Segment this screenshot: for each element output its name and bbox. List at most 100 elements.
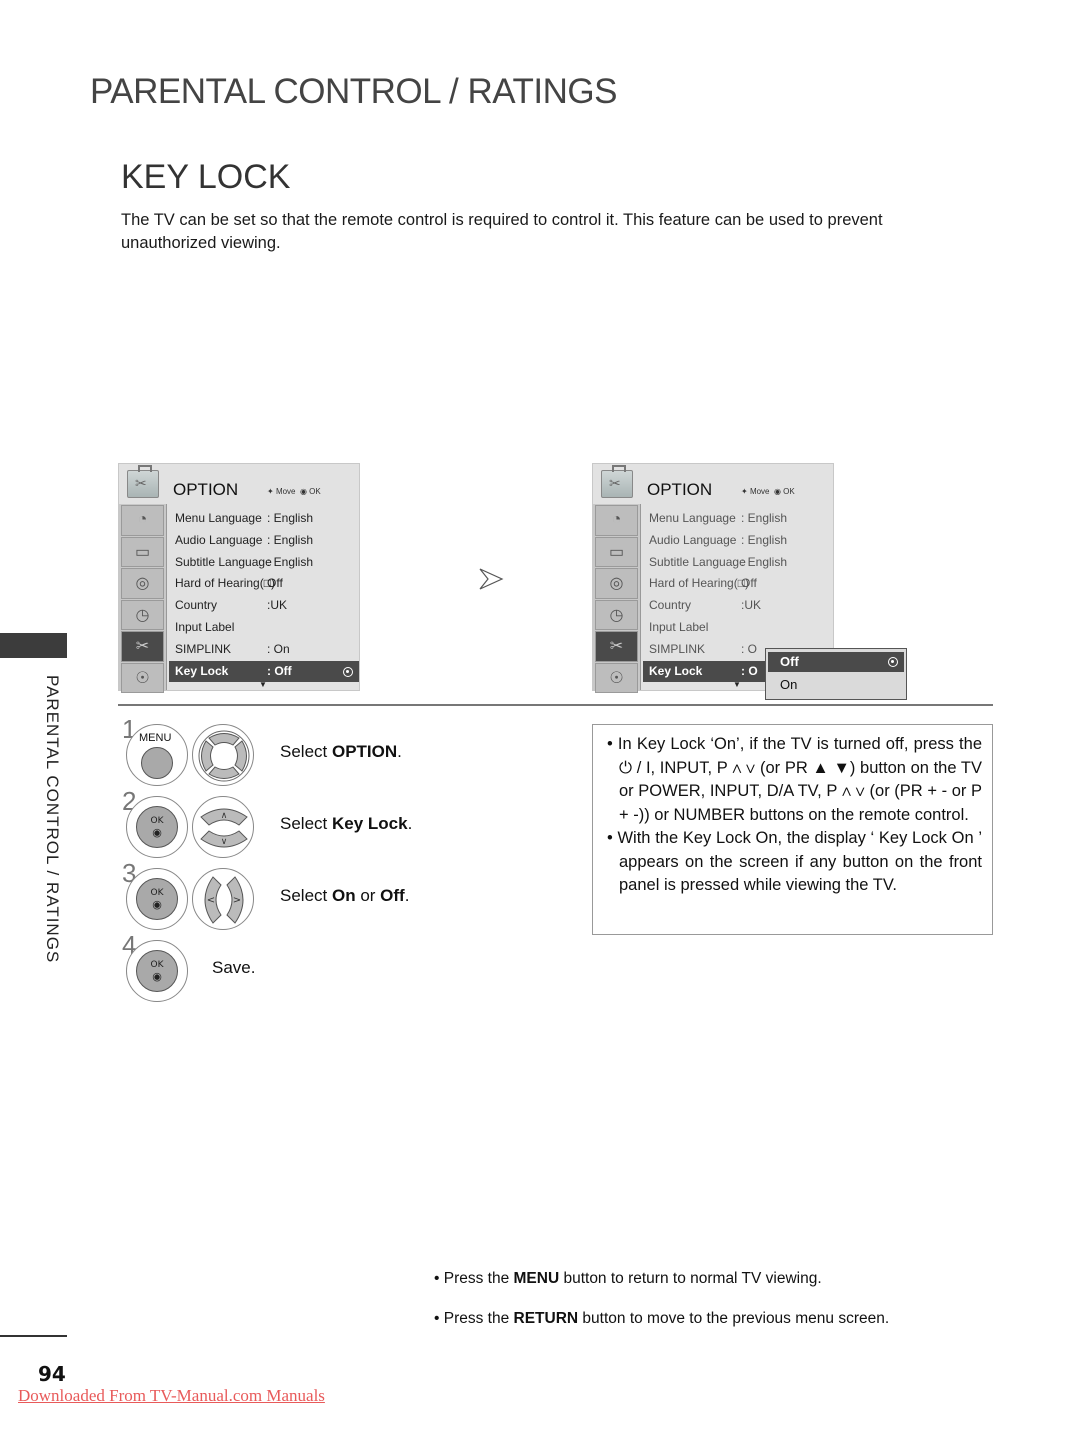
up-down-arrows-icon: ∧ ∨	[192, 796, 254, 858]
row-label: Input Label	[175, 619, 235, 634]
download-source-link[interactable]: Downloaded From TV-Manual.com Manuals	[18, 1386, 325, 1406]
instruction-text: Select	[280, 814, 332, 833]
scroll-down-icon[interactable]: ▼	[259, 680, 267, 689]
row-value: : English	[267, 554, 314, 569]
osd-header: OPTION ✦ Move ◉ OK	[593, 464, 833, 504]
menu-row-hard-of-hearing[interactable]: Hard of Hearing(□) Off	[643, 573, 833, 595]
clock-icon[interactable]: ◷	[121, 599, 164, 630]
row-value: : English	[267, 532, 314, 547]
step-instruction: Select Key Lock.	[280, 814, 412, 834]
ok-button-icon: OK ◉	[126, 796, 188, 858]
button-label: OK	[150, 959, 164, 970]
section-divider	[118, 704, 993, 706]
instruction-key: On	[331, 886, 356, 905]
popup-option-off[interactable]: Off	[768, 652, 904, 672]
satellite-dish-icon[interactable]: ◔	[595, 505, 638, 536]
hint-ok: OK	[309, 487, 321, 496]
row-label: Key Lock	[175, 663, 229, 678]
ok-button-icon: OK ◉	[126, 940, 188, 1002]
ok-icon: ◉	[299, 487, 307, 496]
hint-move: Move	[275, 487, 296, 496]
toolbox-icon[interactable]: ✂	[595, 631, 638, 662]
toolbox-icon	[601, 465, 633, 498]
menu-row-menu-language[interactable]: Menu Language: English	[643, 508, 833, 530]
instruction-key: OPTION	[331, 742, 398, 761]
tv-screen-icon[interactable]: ▭	[121, 536, 164, 567]
clock-icon[interactable]: ◷	[595, 599, 638, 630]
row-value: :UK	[267, 598, 288, 613]
ok-icon: ◉	[773, 487, 781, 496]
row-label: Country	[649, 598, 692, 613]
footer-notes: • Press the MENU button to return to nor…	[434, 1270, 889, 1350]
move-icon: ✦	[267, 487, 274, 496]
svg-text:∨: ∨	[221, 837, 228, 847]
satellite-dish-icon[interactable]: ◔	[121, 505, 164, 536]
menu-row-country[interactable]: Country:UK	[643, 595, 833, 617]
menu-row-input-label[interactable]: Input Label	[169, 617, 359, 639]
row-value: : Off	[267, 663, 292, 678]
padlock-icon[interactable]: ☉	[121, 662, 164, 693]
step-instruction: Select On or Off.	[280, 886, 409, 906]
button-label: OK	[150, 815, 164, 826]
hint-ok: OK	[783, 487, 795, 496]
intro-text: The TV can be set so that the remote con…	[121, 211, 883, 252]
tv-screen-icon[interactable]: ▭	[595, 536, 638, 567]
navigation-dpad-icon	[192, 724, 254, 786]
button-label: MENU	[139, 732, 172, 744]
speaker-icon[interactable]: ◎	[121, 568, 164, 599]
menu-row-subtitle-language[interactable]: Subtitle Language: English	[169, 552, 359, 574]
menu-row-hard-of-hearing[interactable]: Hard of Hearing(□) Off	[169, 573, 359, 595]
menu-row-subtitle-language[interactable]: Subtitle Language: English	[643, 552, 833, 574]
menu-row-simplink[interactable]: SIMPLINK: On	[169, 639, 359, 661]
note-text: button to move to the previous menu scre…	[578, 1310, 890, 1327]
row-value: : On	[267, 641, 290, 656]
instruction-text: Select	[280, 742, 332, 761]
menu-row-input-label[interactable]: Input Label	[643, 617, 833, 639]
row-label: Input Label	[649, 619, 709, 634]
popup-option-on[interactable]: On	[768, 675, 904, 695]
menu-row-menu-language[interactable]: Menu Language: English	[169, 508, 359, 530]
ok-button-icon: OK ◉	[126, 868, 188, 930]
row-label: Subtitle Language	[175, 554, 272, 569]
svg-text:>: >	[233, 895, 241, 906]
selected-radio-icon	[888, 657, 898, 667]
instruction-text: or	[355, 886, 381, 905]
osd-option-menu: OPTION ✦ Move ◉ OK ◔▭◎◷✂☉ Menu Language:…	[118, 463, 360, 693]
note-text: • Press the	[434, 1270, 514, 1287]
osd-list: Menu Language: English Audio Language: En…	[169, 508, 359, 683]
page-heading: KEY LOCK	[121, 158, 291, 196]
toolbox-icon[interactable]: ✂	[121, 631, 164, 662]
button-label: OK	[150, 887, 164, 898]
note-item: • With the Key Lock On, the display ‘ Ke…	[607, 829, 982, 894]
option-label: On	[780, 677, 798, 692]
scroll-down-icon[interactable]: ▼	[733, 680, 741, 689]
menu-row-audio-language[interactable]: Audio Language: English	[169, 530, 359, 552]
instruction-text: .	[407, 814, 413, 833]
menu-row-audio-language[interactable]: Audio Language: English	[643, 530, 833, 552]
speaker-icon[interactable]: ◎	[595, 568, 638, 599]
step-instruction: Save.	[212, 958, 255, 978]
note-item: • In Key Lock ‘On’, if the TV is turned …	[607, 735, 982, 824]
notes-box: • In Key Lock ‘On’, if the TV is turned …	[592, 724, 993, 935]
ok-dot-icon: ◉	[152, 897, 162, 911]
step-instruction: Select OPTION.	[280, 742, 402, 762]
footer-note-return: • Press the RETURN button to move to the…	[434, 1310, 889, 1350]
instruction-key: Off	[380, 886, 405, 905]
ok-dot-icon: ◉	[152, 969, 162, 983]
padlock-icon[interactable]: ☉	[595, 662, 638, 693]
row-label: Country	[175, 598, 218, 613]
menu-button-icon: MENU	[126, 724, 188, 786]
row-value: : O	[741, 663, 758, 678]
instruction-text: Select	[280, 886, 332, 905]
row-value: Off	[267, 576, 283, 591]
osd-hint: ✦ Move ◉ OK	[267, 487, 321, 496]
menu-row-country[interactable]: Country :UK	[169, 595, 359, 617]
row-label: Key Lock	[649, 663, 703, 678]
row-value: : O	[741, 641, 758, 656]
ok-dot-icon: ◉	[152, 825, 162, 839]
move-icon: ✦	[741, 487, 748, 496]
left-right-arrows-icon: < >	[192, 868, 254, 930]
row-label: Hard of Hearing(□)	[649, 576, 749, 591]
instruction-text: .	[397, 742, 402, 761]
hint-move: Move	[749, 487, 770, 496]
